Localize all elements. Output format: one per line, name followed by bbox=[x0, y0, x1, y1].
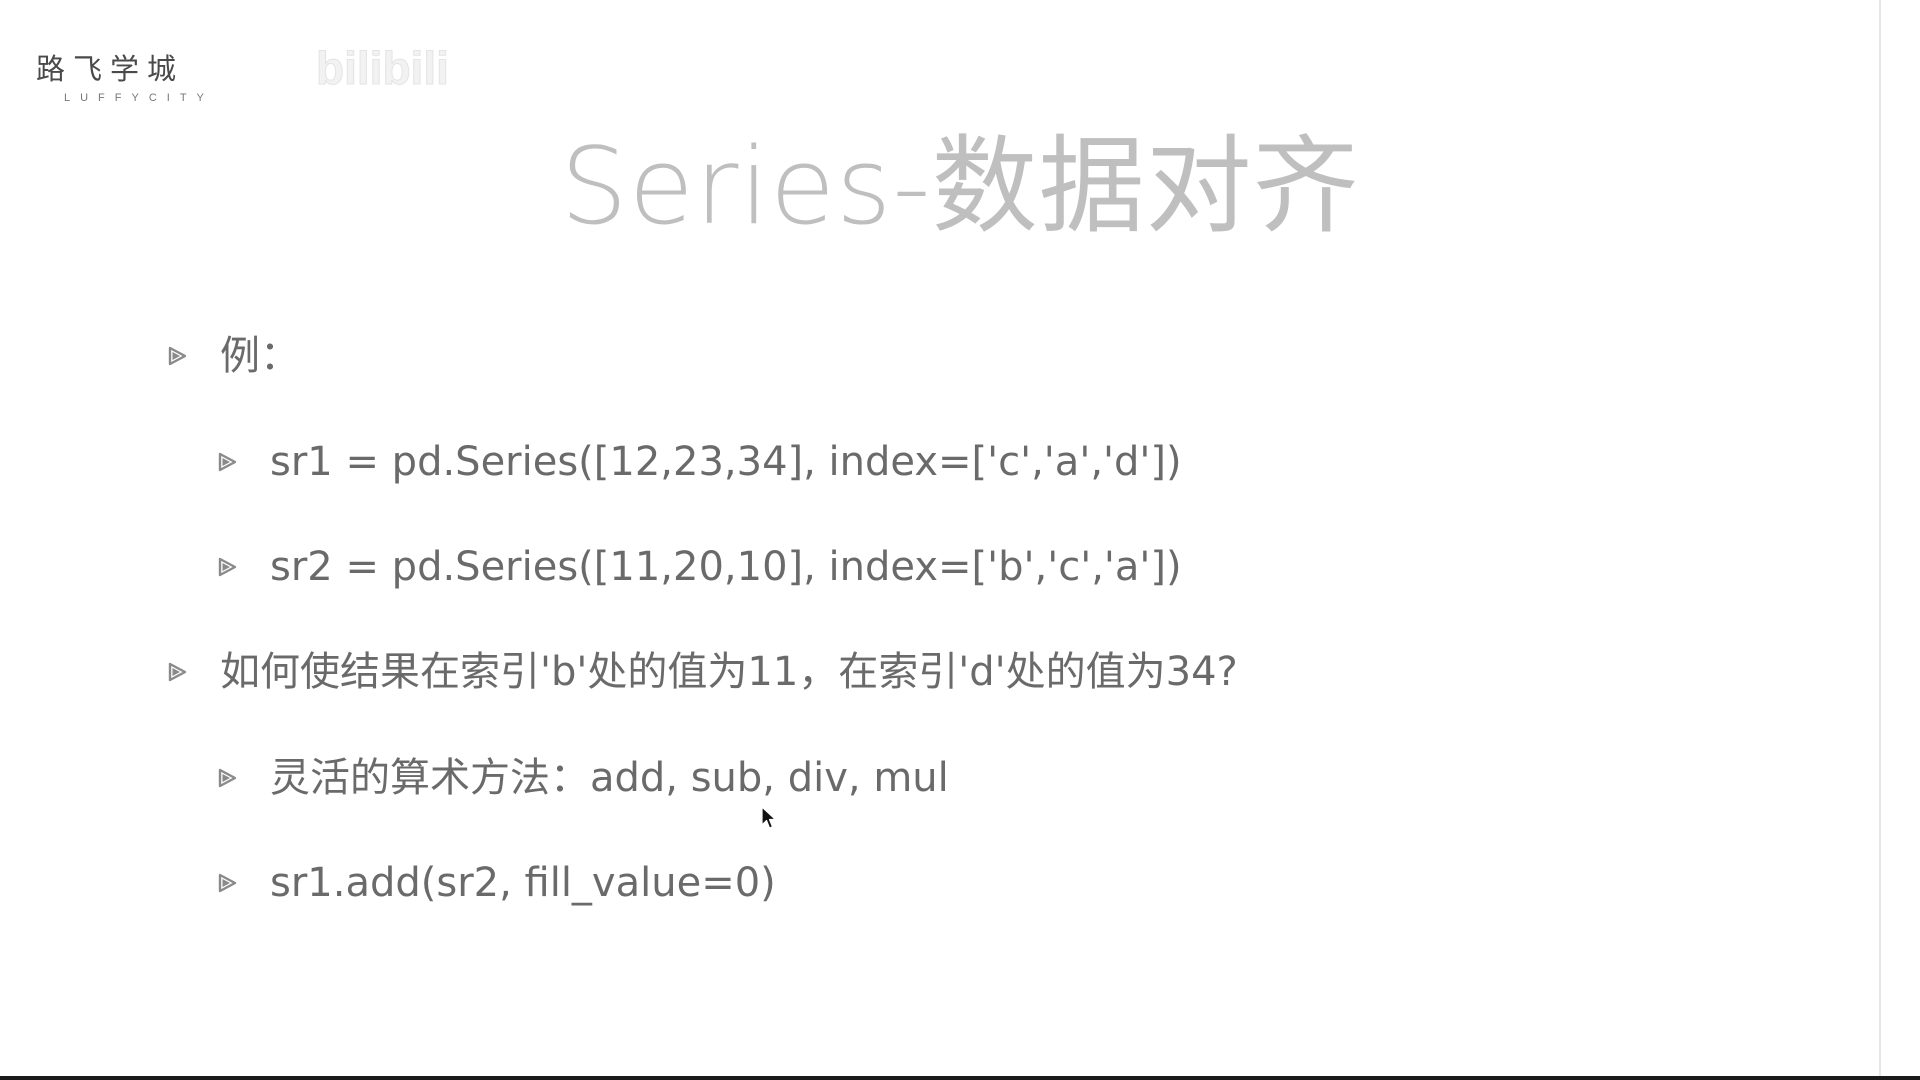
bullet-question: 如何使结果在索引'b'处的值为11，在索引'd'处的值为34? bbox=[166, 646, 1238, 698]
watermark-text: bilibili bbox=[316, 42, 449, 94]
logo-chinese-name: 路飞学城 bbox=[36, 52, 185, 86]
slide-title: Series-数据对齐 bbox=[560, 125, 1360, 248]
triangle-bullet-icon bbox=[168, 662, 187, 682]
bullet-text: sr1 = pd.Series([12,23,34], index=['c','… bbox=[270, 439, 1182, 485]
bullet-sr2-definition: sr2 = pd.Series([11,20,10], index=['b','… bbox=[216, 541, 1182, 593]
presentation-slide: 路飞学城 LUFFYCITY bilibili Series-数据对齐 例： s… bbox=[0, 0, 1920, 1076]
bilibili-watermark-icon: bilibili bbox=[316, 42, 449, 95]
bullet-text: 例： bbox=[220, 333, 300, 379]
bullet-text: sr1.add(sr2, fill_value=0) bbox=[270, 860, 776, 906]
bullet-text: sr2 = pd.Series([11,20,10], index=['b','… bbox=[270, 544, 1182, 590]
bullet-sr1-definition: sr1 = pd.Series([12,23,34], index=['c','… bbox=[216, 436, 1182, 488]
bullet-example: 例： bbox=[166, 330, 300, 382]
triangle-bullet-icon bbox=[218, 452, 237, 472]
triangle-bullet-icon bbox=[218, 873, 237, 893]
triangle-bullet-icon bbox=[218, 557, 237, 577]
bullet-arithmetic-methods: 灵活的算术方法：add, sub, div, mul bbox=[216, 752, 949, 804]
bullet-text: 如何使结果在索引'b'处的值为11，在索引'd'处的值为34? bbox=[220, 649, 1238, 695]
triangle-bullet-icon bbox=[168, 346, 187, 366]
bullet-text: 灵活的算术方法：add, sub, div, mul bbox=[270, 755, 949, 801]
triangle-bullet-icon bbox=[218, 768, 237, 788]
slide-right-edge bbox=[1879, 0, 1881, 1076]
bullet-add-example: sr1.add(sr2, fill_value=0) bbox=[216, 857, 776, 909]
mouse-pointer-icon bbox=[761, 806, 777, 829]
bottom-border bbox=[0, 1076, 1920, 1080]
